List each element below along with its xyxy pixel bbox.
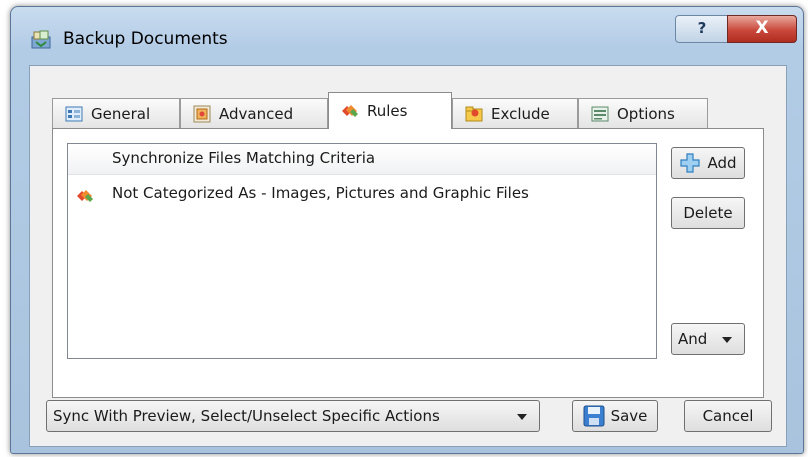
rules-icon [341, 102, 359, 120]
chevron-down-icon [517, 414, 527, 420]
tab-exclude[interactable]: Exclude [452, 98, 578, 128]
tab-options[interactable]: Options [578, 98, 708, 128]
sync-mode-value: Sync With Preview, Select/Unselect Speci… [53, 407, 440, 425]
rules-list-header-label: Synchronize Files Matching Criteria [112, 149, 376, 167]
save-button[interactable]: Save [572, 400, 658, 432]
cancel-button[interactable]: Cancel [684, 400, 772, 432]
plus-icon [679, 152, 701, 174]
list-item[interactable]: Not Categorized As - Images, Pictures an… [68, 182, 656, 208]
cancel-button-label: Cancel [702, 407, 754, 425]
tab-options-label: Options [617, 104, 675, 123]
app-icon [31, 29, 51, 49]
add-button[interactable]: Add [671, 147, 745, 179]
backup-documents-window: Backup Documents ? X General Advanced Ru… [10, 6, 804, 454]
rules-list-header[interactable]: Synchronize Files Matching Criteria [68, 144, 656, 175]
delete-button-label: Delete [683, 204, 733, 222]
logic-operator-value: And [678, 330, 708, 348]
add-button-label: Add [707, 154, 737, 172]
options-icon [591, 105, 609, 123]
tab-general[interactable]: General [52, 98, 180, 128]
rules-panel: Synchronize Files Matching Criteria Not … [52, 128, 764, 398]
sync-mode-select[interactable]: Sync With Preview, Select/Unselect Speci… [46, 400, 540, 432]
tab-rules-label: Rules [367, 102, 408, 120]
rules-list[interactable]: Synchronize Files Matching Criteria Not … [67, 143, 657, 359]
save-button-label: Save [610, 407, 648, 425]
title-bar[interactable]: Backup Documents ? X [11, 7, 803, 65]
tab-rules[interactable]: Rules [328, 92, 452, 129]
tab-advanced-label: Advanced [219, 104, 294, 123]
chevron-down-icon [722, 337, 732, 343]
general-icon [65, 105, 83, 123]
delete-button[interactable]: Delete [671, 197, 745, 229]
rule-icon [76, 188, 94, 204]
help-button[interactable]: ? [675, 15, 729, 43]
tab-exclude-label: Exclude [491, 104, 550, 123]
window-title: Backup Documents [63, 29, 228, 49]
rule-label: Not Categorized As - Images, Pictures an… [112, 184, 529, 202]
exclude-icon [465, 105, 483, 123]
dialog-body: General Advanced Rules Exclude Options S… [29, 65, 787, 447]
close-button[interactable]: X [727, 15, 797, 43]
advanced-icon [193, 105, 211, 123]
tab-general-label: General [91, 104, 151, 123]
save-icon [583, 405, 605, 427]
tab-advanced[interactable]: Advanced [180, 98, 328, 128]
logic-operator-select[interactable]: And [671, 323, 745, 355]
